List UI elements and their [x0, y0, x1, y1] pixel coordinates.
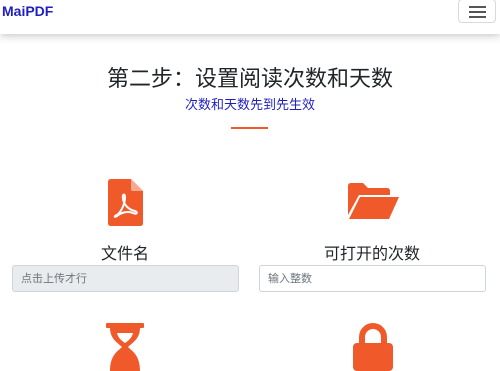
page-subtitle: 次数和天数先到先生效 — [184, 98, 315, 113]
filename-label: 文件名 — [100, 244, 149, 263]
hamburger-menu-icon-bottom — [469, 16, 486, 18]
pdf-file-icon — [108, 179, 143, 226]
title-divider — [231, 127, 268, 129]
lock-icon — [353, 323, 393, 371]
hamburger-menu-icon — [469, 6, 486, 8]
hamburger-menu-icon-middle — [469, 11, 486, 13]
brand-logo[interactable]: MaiPDF — [2, 3, 53, 19]
navbar: MaiPDF — [0, 0, 500, 34]
hourglass-icon — [106, 323, 144, 371]
folder-open-icon — [348, 183, 399, 219]
menu-toggle-button[interactable] — [458, 0, 496, 23]
open-count-label: 可打开的次数 — [323, 244, 420, 263]
page-title: 第二步：设置阅读次数和天数 — [106, 67, 393, 92]
filename-field[interactable] — [12, 265, 239, 292]
open-count-input[interactable] — [259, 265, 486, 292]
